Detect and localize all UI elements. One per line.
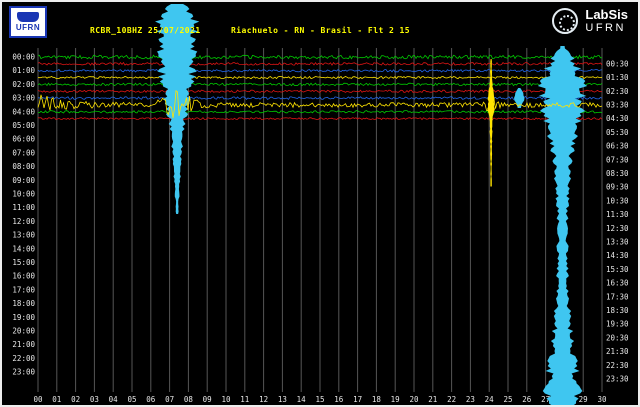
right-time-label: 04:30 — [606, 114, 629, 123]
x-tick-label: 13 — [278, 395, 287, 404]
left-time-label: 01:00 — [12, 66, 35, 75]
x-tick-label: 26 — [522, 395, 532, 404]
x-tick-label: 04 — [109, 395, 119, 404]
right-time-label: 07:30 — [606, 155, 629, 164]
left-time-label: 17:00 — [12, 285, 35, 294]
major-event-A — [155, 4, 199, 214]
right-time-axis: 00:30 01:30 02:30 03:30 04:30 05:30 06:30 07:30… — [606, 59, 629, 383]
x-tick-label: 14 — [297, 395, 307, 404]
x-tick-label: 02 — [71, 395, 80, 404]
left-time-label: 13:00 — [12, 231, 35, 240]
left-time-label: 16:00 — [12, 272, 35, 281]
right-time-label: 03:30 — [606, 100, 629, 109]
x-tick-label: 25 — [503, 395, 512, 404]
right-time-label: 18:30 — [606, 306, 629, 315]
left-time-axis: 00:00 01:00 02:00 03:00 04:00 05:00 06:00 07:00… — [12, 53, 35, 377]
right-time-label: 05:30 — [606, 128, 629, 137]
x-tick-label: 06 — [146, 395, 156, 404]
helicorder-plot: 00 01 02 03 04 05 06 07 08 09 10 11 12 13 14 15 16 17 18 19… — [2, 2, 640, 407]
right-time-label: 11:30 — [606, 210, 629, 219]
left-time-label: 06:00 — [12, 135, 35, 144]
right-time-label: 13:30 — [606, 237, 629, 246]
right-time-label: 17:30 — [606, 292, 629, 301]
x-tick-label: 08 — [184, 395, 194, 404]
left-time-label: 08:00 — [12, 162, 35, 171]
right-time-label: 14:30 — [606, 251, 629, 260]
x-axis-labels: 00 01 02 03 04 05 06 07 08 09 10 11 12 13 14 15 16 17 18 19… — [33, 395, 607, 404]
x-tick-label: 29 — [579, 395, 588, 404]
x-tick-label: 10 — [221, 395, 231, 404]
x-tick-label: 19 — [391, 395, 400, 404]
x-tick-label: 30 — [597, 395, 607, 404]
left-time-label: 21:00 — [12, 340, 35, 349]
left-time-label: 05:00 — [12, 121, 35, 130]
x-tick-label: 23 — [466, 395, 475, 404]
helicorder-window: 00 01 02 03 04 05 06 07 08 09 10 11 12 13 14 15 16 17 18 19… — [0, 0, 640, 407]
x-tick-label: 11 — [240, 395, 249, 404]
left-time-label: 00:00 — [12, 53, 35, 62]
left-time-label: 23:00 — [12, 368, 35, 377]
x-tick-label: 00 — [33, 395, 43, 404]
left-time-label: 14:00 — [12, 244, 35, 253]
right-time-label: 10:30 — [606, 196, 629, 205]
right-time-label: 15:30 — [606, 265, 629, 274]
right-time-label: 01:30 — [606, 73, 629, 82]
right-time-label: 08:30 — [606, 169, 629, 178]
right-time-label: 16:30 — [606, 279, 629, 288]
x-tick-label: 18 — [372, 395, 382, 404]
x-tick-label: 17 — [353, 395, 362, 404]
left-time-label: 19:00 — [12, 313, 35, 322]
left-time-label: 10:00 — [12, 190, 35, 199]
right-time-label: 09:30 — [606, 183, 629, 192]
left-time-label: 09:00 — [12, 176, 35, 185]
x-tick-label: 03 — [90, 395, 99, 404]
minor-event-D — [487, 59, 495, 187]
x-tick-label: 20 — [409, 395, 419, 404]
x-tick-label: 16 — [334, 395, 344, 404]
left-time-label: 02:00 — [12, 80, 35, 89]
right-time-label: 12:30 — [606, 224, 629, 233]
x-tick-label: 01 — [52, 395, 61, 404]
right-time-label: 02:30 — [606, 87, 629, 96]
left-time-label: 11:00 — [12, 203, 35, 212]
x-tick-label: 12 — [259, 395, 268, 404]
right-time-label: 00:30 — [606, 59, 629, 68]
right-time-label: 19:30 — [606, 320, 629, 329]
left-time-label: 07:00 — [12, 148, 35, 157]
right-time-label: 22:30 — [606, 361, 629, 370]
left-time-label: 15:00 — [12, 258, 35, 267]
x-tick-label: 15 — [315, 395, 324, 404]
right-time-label: 23:30 — [606, 374, 629, 383]
left-time-label: 04:00 — [12, 107, 35, 116]
left-time-label: 18:00 — [12, 299, 35, 308]
right-time-label: 20:30 — [606, 333, 629, 342]
x-tick-label: 24 — [485, 395, 495, 404]
left-time-label: 22:00 — [12, 354, 35, 363]
right-time-label: 21:30 — [606, 347, 629, 356]
x-tick-label: 07 — [165, 395, 174, 404]
x-tick-label: 21 — [428, 395, 437, 404]
x-tick-label: 05 — [127, 395, 136, 404]
left-time-label: 20:00 — [12, 327, 35, 336]
left-time-label: 03:00 — [12, 94, 35, 103]
x-tick-label: 22 — [447, 395, 456, 404]
right-time-label: 06:30 — [606, 142, 629, 151]
left-time-label: 12:00 — [12, 217, 35, 226]
x-tick-label: 09 — [203, 395, 212, 404]
